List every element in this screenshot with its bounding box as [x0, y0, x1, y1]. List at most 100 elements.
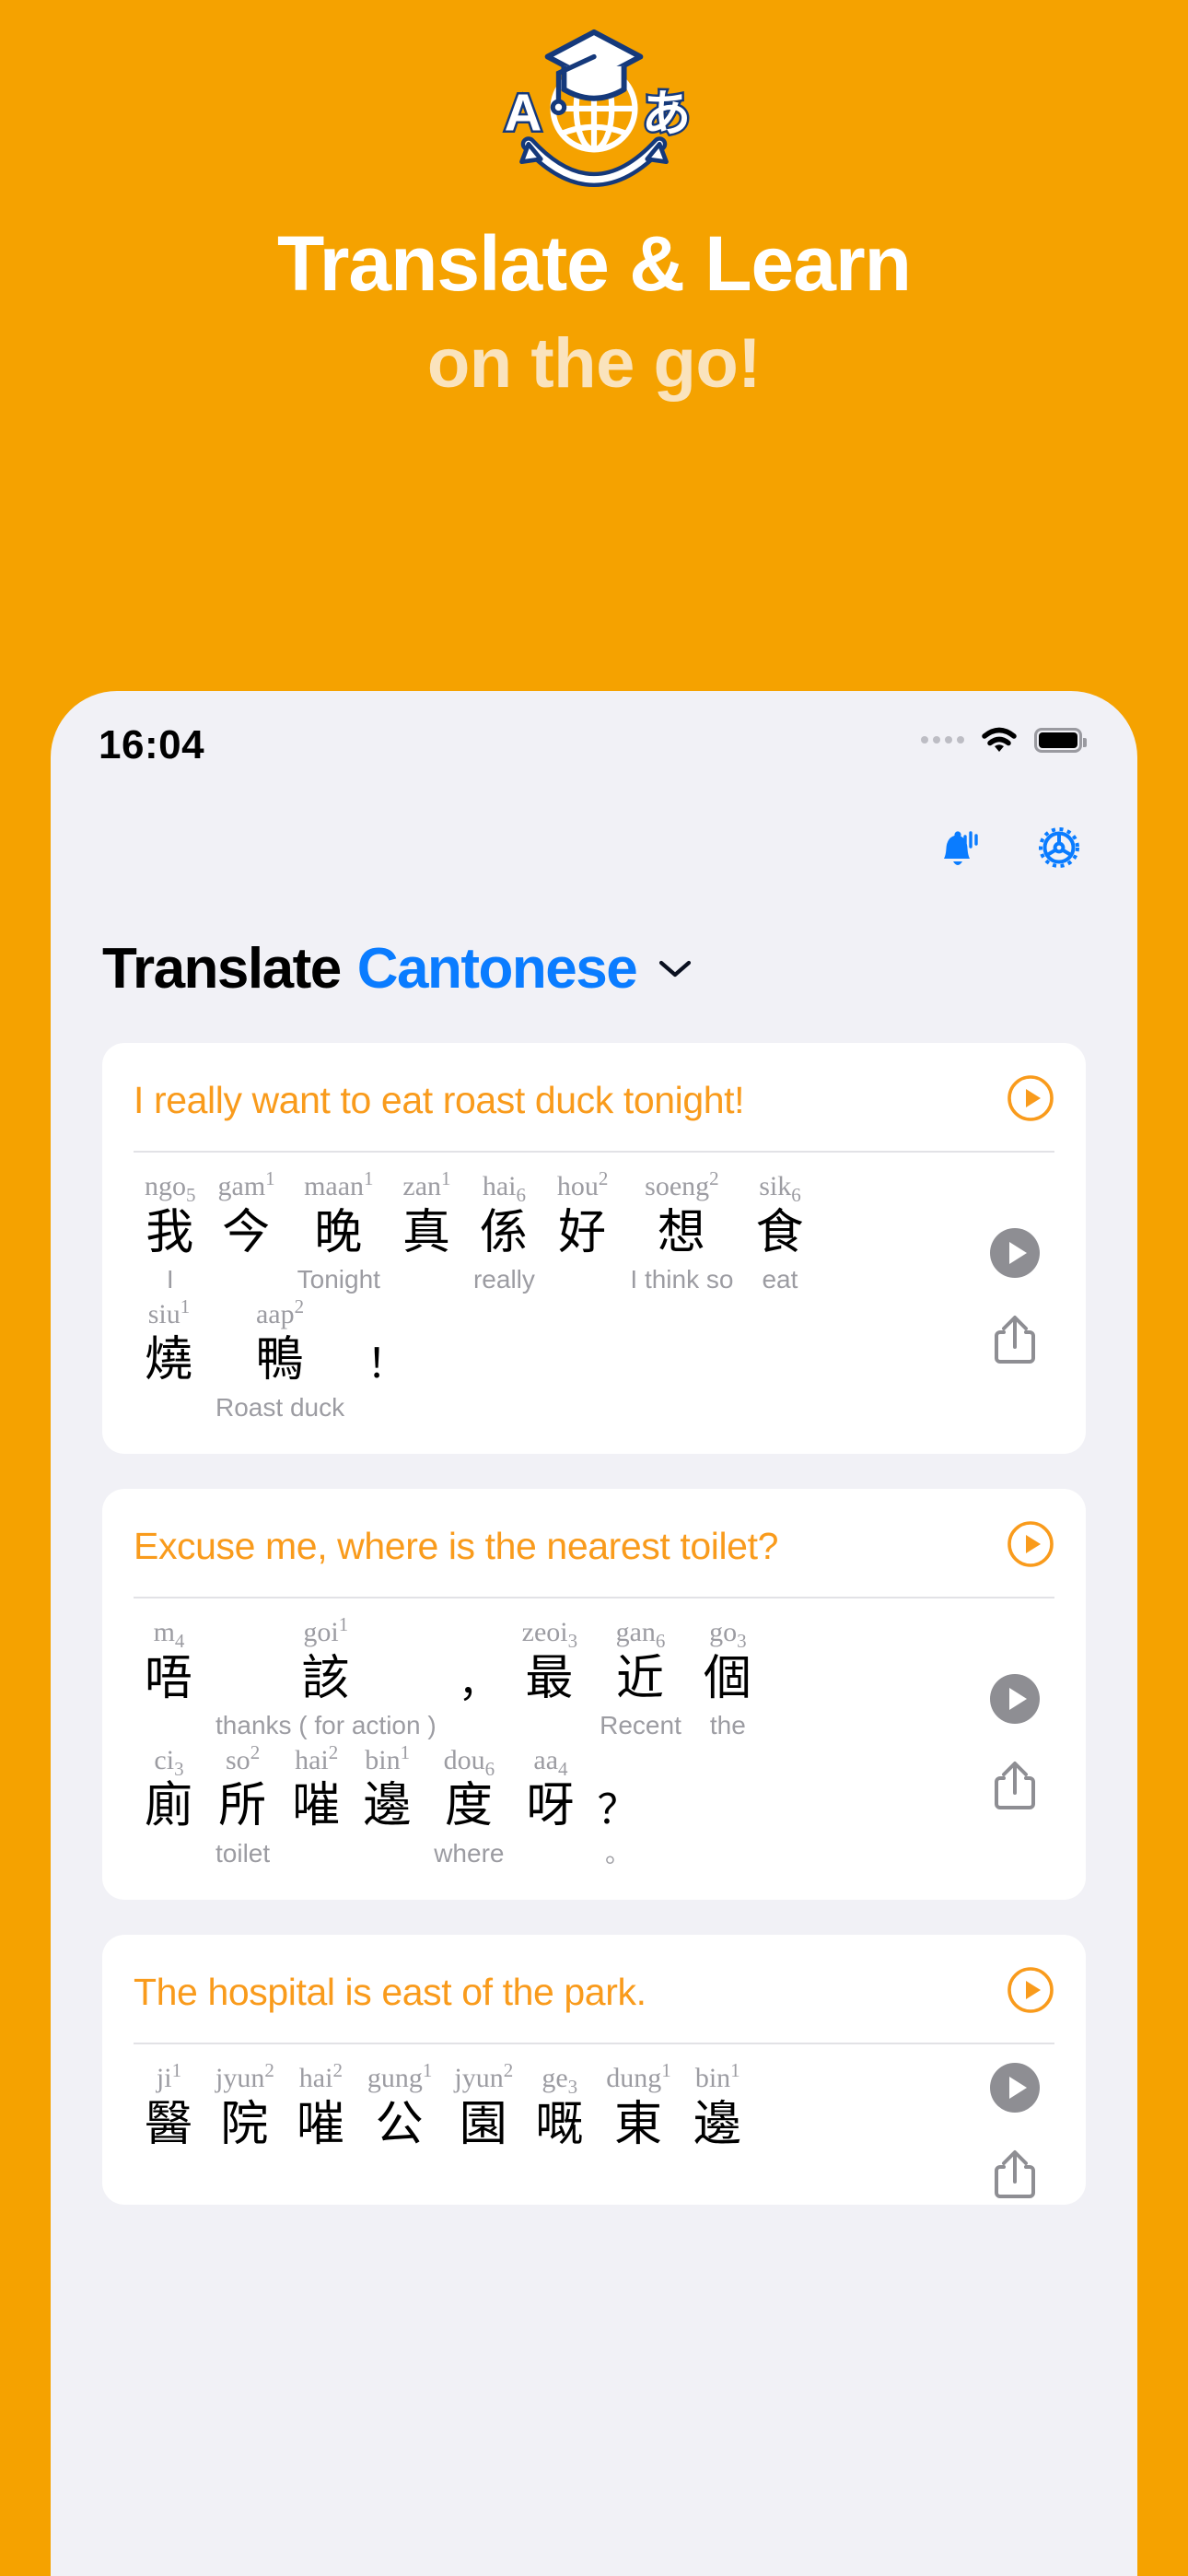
word-token[interactable]: ci3 廁 [134, 1745, 204, 1869]
promo-title: Translate & Learn [277, 220, 912, 307]
chinese-text: 嗺 [296, 2097, 345, 2151]
chinese-text: 唔 [145, 1651, 194, 1705]
share-icon[interactable] [993, 2149, 1037, 2205]
play-circle-outline-icon[interactable] [1007, 1966, 1054, 2019]
gloss-text [166, 2156, 173, 2187]
gloss-text [396, 2156, 403, 2187]
gloss-text [579, 1264, 587, 1295]
promo-subtitle: on the go! [426, 323, 762, 403]
chinese-text: ！ [367, 1341, 409, 1387]
gloss-text [313, 1838, 320, 1869]
gloss-text [424, 1264, 431, 1295]
word-token[interactable]: siu1 燒 [134, 1296, 204, 1423]
gloss-text [243, 1264, 250, 1295]
chinese-text: 近 [615, 1651, 665, 1705]
romanization-text: go3 [709, 1617, 747, 1653]
gloss-text [480, 2156, 487, 2187]
word-token[interactable]: dou6 度 where [423, 1745, 515, 1869]
chinese-text: 呀 [526, 1779, 576, 1833]
word-token[interactable]: sik6 食 eat [744, 1171, 815, 1295]
play-circle-outline-icon[interactable] [1007, 1520, 1054, 1573]
gloss-text: where [434, 1838, 505, 1868]
battery-full-icon [1034, 727, 1087, 753]
chinese-text: 該 [301, 1651, 351, 1705]
play-circle-filled-icon[interactable] [990, 1673, 1040, 1728]
word-token[interactable]: ！ [355, 1307, 419, 1423]
card-body: m4 唔 goi1 該 thanks ( for action ) ， zeoi3 最 … [134, 1597, 1054, 1872]
card-phrase-text: I really want to eat roast duck tonight! [134, 1078, 745, 1121]
word-token[interactable]: dung1 東 [595, 2059, 682, 2187]
romanization-text: dung1 [606, 2059, 671, 2094]
word-token[interactable]: ge3 嘅 [524, 2063, 595, 2187]
word-token[interactable]: so2 所 toilet [204, 1742, 281, 1869]
chinese-text: 嘅 [535, 2097, 585, 2151]
word-token[interactable]: m4 唔 [134, 1617, 204, 1741]
romanization-text: zan1 [402, 1167, 451, 1202]
word-token[interactable]: hou2 好 [546, 1169, 620, 1295]
play-circle-outline-icon[interactable] [1007, 1074, 1054, 1127]
romanization-text: jyun2 [215, 2059, 274, 2094]
play-circle-filled-icon[interactable] [990, 2063, 1040, 2117]
gloss-text: Roast duck [215, 1392, 345, 1422]
word-token[interactable]: jyun2 園 [443, 2059, 524, 2187]
romanization-text: zeoi3 [521, 1617, 578, 1653]
word-token[interactable]: aap2 鴨 Roast duck [204, 1296, 355, 1423]
chinese-text: 食 [755, 1205, 805, 1259]
gloss-text: really [472, 1264, 535, 1294]
gloss-text: Tonight [297, 1264, 380, 1294]
chinese-text: 個 [703, 1651, 752, 1705]
chinese-text: 燒 [145, 1333, 194, 1388]
share-icon[interactable] [993, 1760, 1037, 1816]
play-circle-filled-icon[interactable] [990, 1227, 1040, 1282]
word-token[interactable]: zan1 真 [391, 1167, 462, 1295]
phrase-card[interactable]: The hospital is east of the park. ji1 醫 jy… [102, 1935, 1086, 2206]
wifi-icon [982, 727, 1017, 752]
word-token[interactable]: bin1 邊 [352, 1742, 423, 1869]
word-token[interactable]: goi1 該 thanks ( for action ) [204, 1615, 448, 1741]
word-token[interactable]: jyun2 院 [204, 2059, 285, 2187]
chevron-down-icon[interactable] [657, 956, 693, 980]
word-token[interactable]: bin1 邊 [682, 2061, 753, 2187]
notification-bell-icon[interactable] [931, 821, 984, 874]
chinese-text: 真 [402, 1205, 451, 1259]
signal-dots-icon [921, 736, 964, 744]
romanization-text: ge3 [542, 2063, 578, 2099]
romanization-text: hai2 [298, 2059, 343, 2094]
translation-block: m4 唔 goi1 該 thanks ( for action ) ， zeoi3 最 … [134, 1615, 962, 1872]
card-body: ji1 醫 jyun2 院 hai2 嗺 gung1 公 jyun2 園 ge3 嘅 dun… [134, 2043, 1054, 2205]
word-token[interactable]: gung1 公 [356, 2061, 444, 2187]
romanization-text: dou6 [443, 1744, 495, 1780]
phrase-card[interactable]: I really want to eat roast duck tonight!… [102, 1043, 1086, 1455]
word-token[interactable]: gam1 今 [207, 1169, 286, 1295]
word-token[interactable]: soeng2 想 I think so [619, 1169, 744, 1295]
word-token[interactable]: hai2 嗺 [285, 2059, 356, 2187]
word-token[interactable]: ， [448, 1626, 511, 1741]
card-header: The hospital is east of the park. [134, 1966, 1054, 2043]
app-toolbar [51, 792, 1137, 903]
word-token[interactable]: hai6 係 really [462, 1171, 546, 1295]
chinese-text: 今 [222, 1205, 272, 1259]
word-token[interactable]: go3 個 the [693, 1617, 763, 1741]
word-token[interactable]: ji1 醫 [134, 2061, 204, 2187]
card-header: I really want to eat roast duck tonight! [134, 1074, 1054, 1151]
chinese-text: 係 [479, 1205, 529, 1259]
phrase-card[interactable]: Excuse me, where is the nearest toilet? m… [102, 1489, 1086, 1901]
word-token[interactable]: ？。 [586, 1754, 649, 1869]
word-token[interactable]: gan6 近 Recent [588, 1617, 693, 1741]
phone-mockup: 16:04 Translate Cantonese I really want … [51, 691, 1137, 2576]
share-icon[interactable] [993, 1314, 1037, 1370]
chinese-text: 院 [220, 2097, 270, 2151]
word-token[interactable]: hai2 嗺 [281, 1742, 352, 1869]
svg-text:A: A [505, 84, 542, 142]
settings-gear-icon[interactable] [1032, 821, 1086, 874]
language-selector-label[interactable]: Cantonese [357, 936, 638, 1001]
translation-row: siu1 燒 aap2 鴨 Roast duck ！ [134, 1296, 962, 1423]
word-token[interactable]: aa4 呀 [515, 1745, 586, 1869]
word-token[interactable]: maan1 晚 Tonight [286, 1169, 391, 1295]
word-token[interactable]: ngo5 我 I [134, 1171, 207, 1295]
romanization-text: jyun2 [454, 2059, 514, 2094]
gloss-text: I [166, 1264, 174, 1294]
svg-text:あ: あ [642, 85, 691, 143]
word-token[interactable]: zeoi3 最 [511, 1617, 588, 1741]
card-actions [962, 1227, 1054, 1370]
